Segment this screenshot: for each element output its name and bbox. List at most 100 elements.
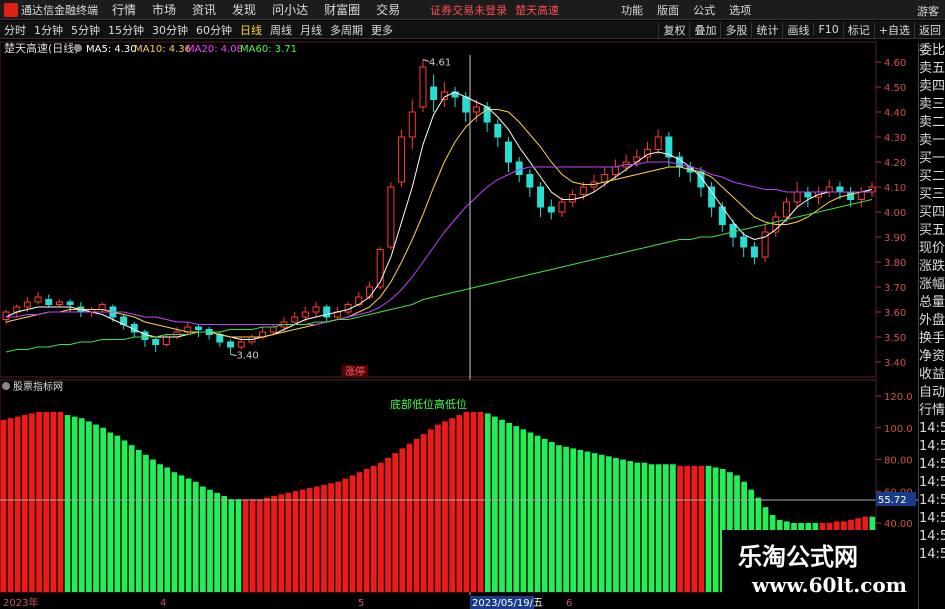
side-item[interactable]: 卖五 — [919, 60, 945, 78]
candle-body — [782, 201, 790, 218]
chart-area[interactable]: 楚天高速(日线) MA5: 4.30 MA10: 4.36 MA20: 4.08… — [0, 40, 918, 609]
login-notice[interactable]: 证券交易未登录 — [430, 2, 507, 18]
indicator-bar — [64, 415, 71, 592]
indicator-bar — [548, 442, 555, 592]
indicator-bar — [57, 411, 64, 592]
side-item[interactable]: 涨跌 — [919, 258, 945, 276]
side-item[interactable]: 净资 — [919, 348, 945, 366]
indicator-bar — [36, 411, 42, 592]
indicator-bar — [306, 488, 313, 592]
indicator-bar — [29, 413, 35, 592]
candle-body — [740, 236, 748, 248]
candle-body — [504, 141, 512, 163]
period-60min[interactable]: 60分钟 — [192, 22, 236, 38]
menu-discover[interactable]: 发现 — [232, 1, 256, 18]
menu-function[interactable]: 功能 — [621, 2, 643, 18]
side-item[interactable]: 14:56 — [919, 510, 945, 528]
indicator-bar — [613, 457, 619, 592]
title-bar: 通达信金融终端 行情 市场 资讯 发现 问小达 财富圈 交易 证券交易未登录 楚… — [0, 0, 945, 20]
add-watchlist-button[interactable]: +自选 — [873, 21, 914, 38]
period-15min[interactable]: 15分钟 — [104, 22, 148, 38]
indicator-bar — [563, 446, 569, 592]
side-item[interactable]: 收益 — [919, 366, 945, 384]
side-item[interactable]: 总量 — [919, 294, 945, 312]
period-daily[interactable]: 日线 — [236, 22, 266, 38]
ind-y-tick-label: 120.0 — [884, 392, 913, 403]
indicator-bar — [492, 416, 498, 592]
indicator-bar — [527, 432, 534, 592]
side-item[interactable]: 卖一 — [919, 132, 945, 150]
period-more[interactable]: 更多 — [367, 22, 397, 38]
candle-body — [857, 191, 865, 200]
menu-ask[interactable]: 问小达 — [272, 1, 308, 18]
side-item[interactable]: 买一 — [919, 150, 945, 168]
side-item[interactable]: 买五 — [919, 222, 945, 240]
side-item[interactable]: 14:56 — [919, 420, 945, 438]
multi-stock-button[interactable]: 多股 — [720, 21, 751, 38]
main-chart-title: 楚天高速(日线) — [4, 41, 79, 55]
side-item[interactable]: 买三 — [919, 186, 945, 204]
indicator-bar — [178, 475, 185, 592]
indicator-bar — [43, 411, 50, 592]
side-item[interactable]: 14:56 — [919, 528, 945, 546]
side-item[interactable]: 14:56 — [919, 492, 945, 510]
menu-options[interactable]: 选项 — [729, 2, 751, 18]
settings-dot-icon[interactable] — [74, 44, 82, 52]
candle-body — [537, 186, 545, 208]
period-multi[interactable]: 多周期 — [326, 22, 367, 38]
indicator-bar — [620, 459, 626, 592]
y-tick-label: 4.20 — [884, 158, 906, 169]
indicator-bar — [442, 421, 448, 592]
menu-trade[interactable]: 交易 — [376, 1, 400, 18]
y-tick-label: 4.50 — [884, 83, 906, 94]
period-weekly[interactable]: 周线 — [266, 22, 296, 38]
x-label-apr: 4 — [160, 598, 166, 609]
period-intraday[interactable]: 分时 — [0, 22, 30, 38]
indicator-bar — [86, 421, 92, 592]
side-item[interactable]: 卖二 — [919, 114, 945, 132]
limit-up-tag-label: 涨停 — [345, 365, 365, 378]
side-item[interactable]: 委比 — [919, 42, 945, 60]
period-30min[interactable]: 30分钟 — [148, 22, 192, 38]
period-5min[interactable]: 5分钟 — [67, 22, 104, 38]
guest-account[interactable]: 游客 — [917, 3, 939, 19]
mark-button[interactable]: 标记 — [842, 21, 874, 38]
candle-body — [804, 191, 812, 198]
menu-formula[interactable]: 公式 — [693, 2, 715, 18]
side-item[interactable]: 14:56 — [919, 456, 945, 474]
candle-body — [312, 306, 320, 313]
side-item[interactable]: 14:56 — [919, 546, 945, 564]
menu-wealth[interactable]: 财富圈 — [324, 1, 360, 18]
menu-quotes[interactable]: 行情 — [112, 1, 136, 18]
period-1min[interactable]: 1分钟 — [30, 22, 67, 38]
side-item[interactable]: 卖三 — [919, 96, 945, 114]
adjust-button[interactable]: 复权 — [658, 21, 689, 38]
menu-market[interactable]: 市场 — [152, 1, 176, 18]
menu-layout[interactable]: 版面 — [657, 2, 679, 18]
side-item[interactable]: 换手 — [919, 330, 945, 348]
indicator-bar — [71, 416, 78, 592]
indicator-bar — [420, 434, 427, 592]
candle-body — [237, 341, 245, 348]
f10-button[interactable]: F10 — [813, 23, 842, 36]
side-item[interactable]: 涨幅 — [919, 276, 945, 294]
menu-news[interactable]: 资讯 — [192, 1, 216, 18]
y-tick-label: 4.40 — [884, 108, 906, 119]
side-item[interactable]: 买四 — [919, 204, 945, 222]
stats-button[interactable]: 统计 — [751, 21, 782, 38]
side-item[interactable]: 14:56 — [919, 438, 945, 456]
draw-line-button[interactable]: 画线 — [782, 21, 813, 38]
side-item[interactable]: 买二 — [919, 168, 945, 186]
side-item[interactable]: 现价 — [919, 240, 945, 258]
side-item[interactable]: 行情 — [919, 402, 945, 420]
back-button[interactable]: 返回 — [914, 21, 945, 38]
side-item[interactable]: 卖四 — [919, 78, 945, 96]
period-monthly[interactable]: 月线 — [296, 22, 326, 38]
indicator-settings-icon[interactable] — [2, 382, 10, 390]
side-item[interactable]: 自动 — [919, 384, 945, 402]
indicator-bar — [100, 427, 107, 592]
overlay-button[interactable]: 叠加 — [689, 21, 720, 38]
side-item[interactable]: 14:56 — [919, 474, 945, 492]
side-item[interactable]: 外盘 — [919, 312, 945, 330]
indicator-bar — [278, 494, 285, 592]
